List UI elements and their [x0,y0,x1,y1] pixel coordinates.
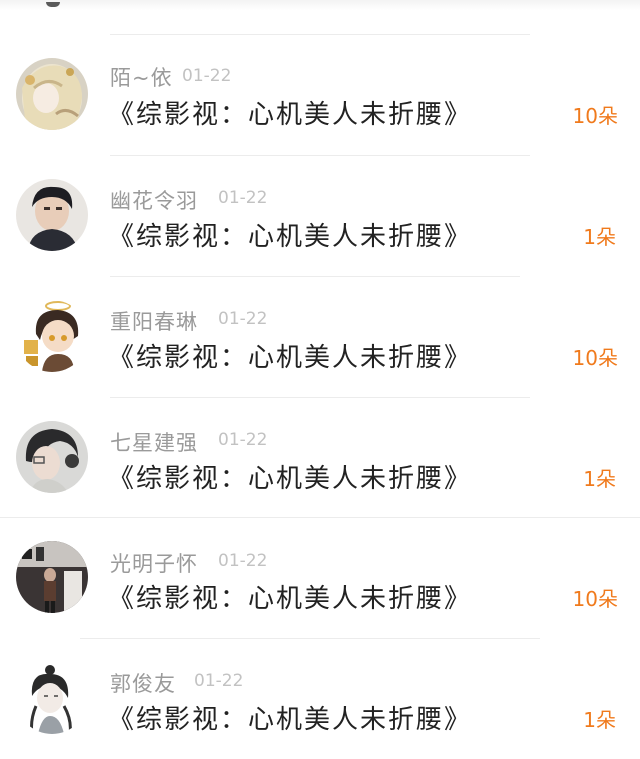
book-title: 《综影视：心机美人未折腰》 [108,100,473,130]
list-item[interactable]: 郭俊友 01-22 《综影视：心机美人未折腰》 1朵 [0,638,640,758]
street-photo-avatar[interactable] [16,541,88,613]
book-title: 《综影视：心机美人未折腰》 [108,343,473,373]
list-item[interactable]: 重阳春琳 01-22 《综影视：心机美人未折腰》 10朵 [0,276,640,396]
post-date: 01-22 [218,188,268,208]
list-item[interactable]: 幽花令羽 01-22 《综影视：心机美人未折腰》 1朵 [0,155,640,275]
user-name[interactable]: 幽花令羽 [110,185,198,215]
top-edge [0,0,640,10]
post-date: 01-22 [194,671,244,691]
book-title: 《综影视：心机美人未折腰》 [108,464,473,494]
partial-avatar-edge [46,2,60,7]
flower-count: 1朵 [583,467,616,491]
flower-count: 10朵 [572,587,618,611]
user-name[interactable]: 陌~依 [110,62,173,92]
post-date: 01-22 [182,66,232,86]
ink-sketch-man-avatar[interactable] [16,662,88,734]
user-name[interactable]: 七星建强 [110,427,198,457]
list-item[interactable]: 七星建强 01-22 《综影视：心机美人未折腰》 1朵 [0,397,640,517]
post-date: 01-22 [218,309,268,329]
post-date: 01-22 [218,430,268,450]
user-name[interactable]: 重阳春琳 [110,306,198,336]
anime-girl-avatar[interactable] [16,58,88,130]
user-name[interactable]: 光明子怀 [110,548,198,578]
book-title: 《综影视：心机美人未折腰》 [108,705,473,735]
flower-count: 1朵 [583,708,616,732]
book-title: 《综影视：心机美人未折腰》 [108,222,473,252]
list-item[interactable]: 陌~依 01-22 《综影视：心机美人未折腰》 10朵 [0,34,640,154]
post-date: 01-22 [218,551,268,571]
flower-count: 10朵 [572,104,618,128]
chibi-character-avatar[interactable] [16,300,88,372]
flower-count: 10朵 [572,346,618,370]
list-item[interactable]: 光明子怀 01-22 《综影视：心机美人未折腰》 10朵 [0,517,640,637]
boy-photo-avatar[interactable] [16,179,88,251]
book-title: 《综影视：心机美人未折腰》 [108,584,473,614]
flower-count: 1朵 [583,225,616,249]
girl-profile-photo-avatar[interactable] [16,421,88,493]
user-name[interactable]: 郭俊友 [110,668,176,698]
